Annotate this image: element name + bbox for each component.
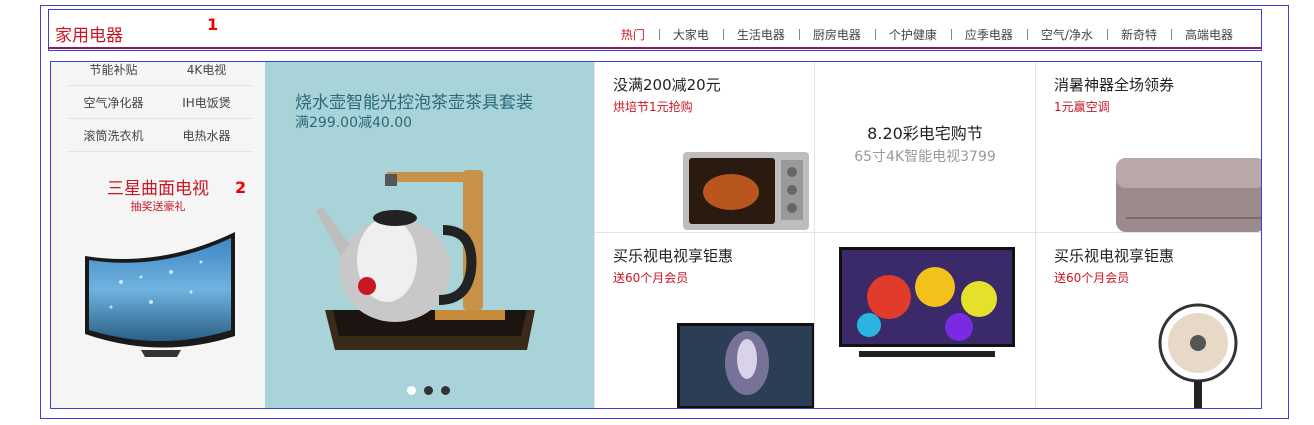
color-tv-image bbox=[839, 247, 1015, 357]
tab-air-water[interactable]: 空气/净水 bbox=[1026, 26, 1107, 43]
link-drum-washer[interactable]: 滚筒洗衣机 bbox=[67, 127, 160, 144]
tile-letv-1-subtitle: 送60个月会员 bbox=[613, 271, 689, 285]
tile-ac-subtitle: 1元赢空调 bbox=[1054, 100, 1110, 114]
tile-festival-title: 8.20彩电宅购节 bbox=[867, 124, 983, 143]
tile-letv-1-title: 买乐视电视享钜惠 bbox=[613, 247, 734, 265]
category-header: 家用电器 1 热门 大家电 生活电器 厨房电器 个护健康 应季电器 空气/净水 … bbox=[48, 9, 1262, 51]
tab-large-appliances[interactable]: 大家电 bbox=[658, 26, 723, 43]
link-air-purifier[interactable]: 空气净化器 bbox=[67, 94, 160, 111]
tile-oven[interactable]: 没满200减20元 烘培节1元抢购 bbox=[594, 62, 814, 233]
tab-hot[interactable]: 热门 bbox=[607, 26, 659, 43]
tile-ac-title: 消暑神器全场领券 bbox=[1054, 76, 1175, 94]
tile-letv-1[interactable]: 买乐视电视享钜惠 送60个月会员 bbox=[594, 233, 814, 408]
tab-kitchen[interactable]: 厨房电器 bbox=[798, 26, 875, 43]
fan-image bbox=[1158, 303, 1238, 408]
link-water-heater[interactable]: 电热水器 bbox=[160, 127, 253, 144]
header-underline bbox=[49, 47, 1261, 49]
link-ih-rice-cooker[interactable]: IH电饭煲 bbox=[160, 94, 253, 111]
tab-seasonal[interactable]: 应季电器 bbox=[950, 26, 1027, 43]
tile-festival-subtitle: 65寸4K智能电视3799 bbox=[854, 149, 996, 165]
carousel-dots bbox=[407, 386, 450, 395]
tile-fan-subtitle: 送60个月会员 bbox=[1054, 271, 1130, 285]
tile-color-tv[interactable] bbox=[814, 233, 1035, 408]
carousel-title[interactable]: 烧水壶智能光控泡茶壶茶具套装 bbox=[295, 88, 533, 113]
oven-image bbox=[683, 152, 809, 230]
ac-unit-image bbox=[1116, 158, 1261, 232]
category-title[interactable]: 家用电器 bbox=[55, 21, 123, 46]
carousel-dot-2[interactable] bbox=[424, 386, 433, 395]
left-promo-column: 节能补贴 4K电视 空气净化器 IH电饭煲 滚筒洗衣机 电热水器 三星曲面电视 2 抽… bbox=[51, 62, 265, 408]
tab-premium[interactable]: 高端电器 bbox=[1170, 26, 1247, 43]
letv-tv-image bbox=[677, 323, 814, 408]
tile-fan-title: 买乐视电视享钜惠 bbox=[1054, 247, 1175, 265]
annotation-marker-1: 1 bbox=[207, 15, 219, 34]
carousel-dot-1[interactable] bbox=[407, 386, 416, 395]
content-panel: 节能补贴 4K电视 空气净化器 IH电饭煲 滚筒洗衣机 电热水器 三星曲面电视 2 抽… bbox=[50, 61, 1262, 409]
carousel-banner[interactable]: 烧水壶智能光控泡茶壶茶具套装 满299.00减40.00 bbox=[265, 62, 594, 408]
tab-life-appliances[interactable]: 生活电器 bbox=[722, 26, 799, 43]
kettle-image[interactable] bbox=[315, 160, 545, 370]
link-energy-subsidy[interactable]: 节能补贴 bbox=[67, 62, 160, 78]
tile-fan[interactable]: 买乐视电视享钜惠 送60个月会员 bbox=[1035, 233, 1261, 408]
curved-tv-image[interactable] bbox=[81, 232, 241, 362]
tile-air-conditioner[interactable]: 消暑神器全场领券 1元赢空调 bbox=[1035, 62, 1261, 233]
tile-oven-title: 没满200减20元 bbox=[613, 76, 721, 94]
category-tabs: 热门 大家电 生活电器 厨房电器 个护健康 应季电器 空气/净水 新奇特 高端电… bbox=[607, 26, 1247, 43]
link-4k-tv[interactable]: 4K电视 bbox=[160, 62, 253, 78]
samsung-promo-subtitle: 抽奖送豪礼 bbox=[130, 200, 186, 213]
tab-personal-care[interactable]: 个护健康 bbox=[874, 26, 951, 43]
carousel-dot-3[interactable] bbox=[441, 386, 450, 395]
tab-novelty[interactable]: 新奇特 bbox=[1106, 26, 1171, 43]
sub-category-links: 节能补贴 4K电视 空气净化器 IH电饭煲 滚筒洗衣机 电热水器 bbox=[67, 62, 253, 152]
tile-oven-subtitle: 烘培节1元抢购 bbox=[613, 100, 693, 114]
carousel-subtitle: 满299.00减40.00 bbox=[295, 115, 413, 131]
samsung-promo-title[interactable]: 三星曲面电视 bbox=[51, 174, 265, 199]
annotation-marker-2: 2 bbox=[235, 178, 247, 197]
tile-tv-festival[interactable]: 8.20彩电宅购节 65寸4K智能电视3799 bbox=[814, 62, 1035, 233]
